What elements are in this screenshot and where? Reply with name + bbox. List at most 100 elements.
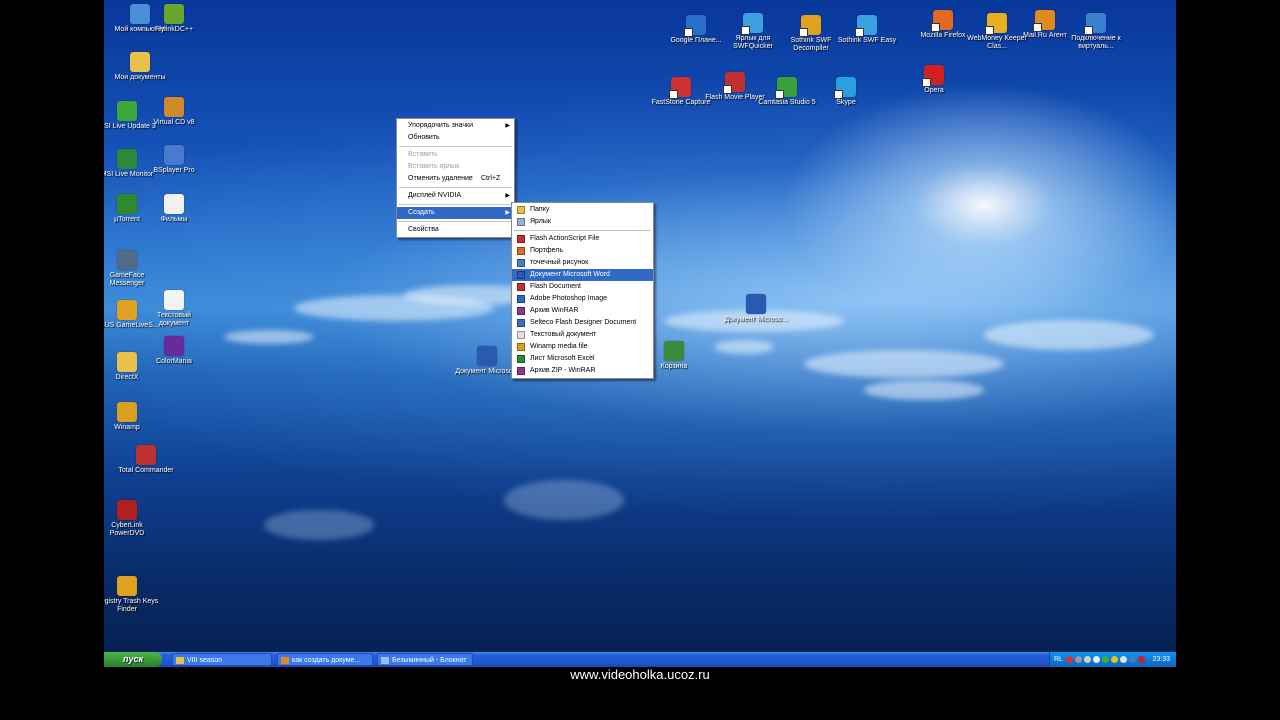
tray-icon[interactable]: [1084, 656, 1091, 663]
desktop-icon-label: Документ Microso...: [724, 316, 788, 323]
context-menu-item-label: Создать: [408, 209, 435, 216]
app-icon: [775, 77, 797, 99]
create-submenu-item[interactable]: точечный рисунок: [512, 257, 653, 269]
app-icon: [799, 15, 821, 37]
app-icon: [164, 145, 184, 165]
app-icon: [1033, 10, 1055, 32]
desktop-icon[interactable]: Документ Microso...: [724, 294, 788, 324]
create-submenu-item[interactable]: Ярлык: [512, 216, 653, 228]
context-menu-item[interactable]: Создать ▶: [397, 207, 514, 219]
file-type-icon: [517, 367, 525, 375]
create-submenu-item-label: точечный рисунок: [530, 259, 589, 266]
file-type-icon: [517, 271, 525, 279]
app-icon: [164, 336, 184, 356]
create-submenu-item-label: Лист Microsoft Excel: [530, 355, 595, 362]
desktop-icon[interactable]: Sothink SWF Decompiler: [779, 15, 843, 53]
taskbar-button[interactable]: как создать докуме...: [277, 653, 373, 666]
app-icon: [164, 290, 184, 310]
create-submenu-item-label: Текстовый документ: [530, 331, 597, 338]
file-type-icon: [517, 319, 525, 327]
context-menu-item[interactable]: Дисплей NVIDIA ▶: [397, 190, 514, 202]
window-icon: [281, 657, 289, 664]
language-indicator[interactable]: RL: [1054, 652, 1063, 667]
create-submenu-item[interactable]: Папку: [512, 204, 653, 216]
desktop-icon[interactable]: Opera: [902, 65, 966, 95]
desktop-icon[interactable]: GameFace Messenger: [104, 250, 159, 288]
desktop-icon[interactable]: Virtual CD v8: [142, 97, 206, 127]
menu-separator: [399, 146, 512, 147]
create-submenu-item[interactable]: Winamp media file: [512, 341, 653, 353]
desktop-icon[interactable]: Sothink SWF Easy: [835, 15, 899, 45]
tray-icon[interactable]: [1075, 656, 1082, 663]
tray-icon[interactable]: [1120, 656, 1127, 663]
desktop-icon-label: Sothink SWF Easy: [837, 37, 897, 44]
tray-icon[interactable]: [1102, 656, 1109, 663]
tray-icon[interactable]: [1129, 656, 1136, 663]
create-submenu-item[interactable]: Flash ActionScript File: [512, 233, 653, 245]
context-menu-item-label: Вставить: [408, 151, 438, 158]
context-menu-item[interactable]: Упорядочить значки ▶: [397, 120, 514, 132]
desktop-icon[interactable]: CyberLink PowerDVD: [104, 500, 159, 538]
shortcut-label: Ctrl+Z: [481, 175, 501, 182]
tray-icon[interactable]: [1111, 656, 1118, 663]
taskbar-button[interactable]: VIII season: [172, 653, 272, 666]
desktop-icon[interactable]: Registry Trash Keys Finder: [104, 576, 159, 614]
desktop-icon[interactable]: Документ Microso...: [455, 346, 519, 376]
desktop-icon[interactable]: Skype: [814, 77, 878, 107]
desktop-icon[interactable]: Фильмы: [142, 194, 206, 224]
desktop[interactable]: Мой компьютерFlylinkDC++Мои документыMSI…: [104, 0, 1176, 667]
context-menu-item-label: Дисплей NVIDIA: [408, 192, 462, 199]
start-button[interactable]: пуск: [104, 652, 162, 667]
window-icon: [381, 657, 389, 664]
create-submenu-item[interactable]: Архив WinRAR: [512, 305, 653, 317]
context-menu-item[interactable]: Отменить удаление Ctrl+Z: [397, 173, 514, 185]
desktop-icon[interactable]: FlylinkDC++: [142, 4, 206, 34]
taskbar-button[interactable]: Безымянный - Блокнот: [377, 653, 473, 666]
context-menu-item[interactable]: Вставить: [397, 149, 514, 161]
desktop-icon-label: Подключение к виртуаль...: [1071, 35, 1121, 50]
desktop-icon-label: BSplayer Pro: [153, 167, 195, 174]
app-icon: [117, 500, 137, 520]
desktop-icon[interactable]: BSplayer Pro: [142, 145, 206, 175]
desktop-icon[interactable]: Winamp: [104, 402, 159, 432]
create-submenu: Папку Ярлык Flash ActionScript File Портфел…: [511, 202, 654, 379]
create-submenu-item[interactable]: Портфель: [512, 245, 653, 257]
desktop-icon[interactable]: Camtasia Studio 5: [755, 77, 819, 107]
taskbar-button-label: как создать докуме...: [292, 657, 361, 664]
create-submenu-item[interactable]: Selteco Flash Designer Document: [512, 317, 653, 329]
menu-separator: [514, 230, 651, 231]
desktop-icon[interactable]: DirectX: [104, 352, 159, 382]
context-menu-item[interactable]: Свойства: [397, 224, 514, 236]
app-icon: [164, 4, 184, 24]
desktop-icon[interactable]: Мои документы: [108, 52, 172, 82]
create-submenu-item-label: Архив WinRAR: [530, 307, 579, 314]
create-submenu-item[interactable]: Flash Document: [512, 281, 653, 293]
tray-icon[interactable]: [1093, 656, 1100, 663]
tray-icon[interactable]: [1138, 656, 1145, 663]
app-icon: [922, 65, 944, 87]
create-submenu-item[interactable]: Архив ZIP - WinRAR: [512, 365, 653, 377]
app-icon: [164, 97, 184, 117]
tray-icon[interactable]: [1066, 656, 1073, 663]
clock[interactable]: 23:33: [1152, 652, 1170, 667]
desktop-icon-label: FlylinkDC++: [154, 26, 194, 33]
desktop-icon[interactable]: Google Плане...: [664, 15, 728, 45]
app-icon: [477, 346, 497, 366]
create-submenu-item[interactable]: Лист Microsoft Excel: [512, 353, 653, 365]
desktop-icon[interactable]: ASUS GameLiveS...: [104, 300, 159, 330]
app-icon: [664, 341, 684, 361]
context-menu-item[interactable]: Вставить ярлык: [397, 161, 514, 173]
create-submenu-item[interactable]: Adobe Photoshop Image: [512, 293, 653, 305]
desktop-icon[interactable]: Ярлык для SWFQuicker: [721, 13, 785, 51]
context-menu-item[interactable]: Обновить: [397, 132, 514, 144]
create-submenu-item[interactable]: Текстовый документ: [512, 329, 653, 341]
app-icon: [931, 10, 953, 32]
create-submenu-item[interactable]: Документ Microsoft Word: [512, 269, 653, 281]
submenu-arrow-icon: ▶: [505, 210, 510, 216]
app-icon: [117, 300, 137, 320]
app-icon: [117, 576, 137, 596]
desktop-icon[interactable]: Подключение к виртуаль...: [1064, 13, 1128, 51]
file-type-icon: [517, 295, 525, 303]
desktop-icon-label: Total Commander: [118, 467, 174, 474]
desktop-icon[interactable]: Total Commander: [114, 445, 178, 475]
